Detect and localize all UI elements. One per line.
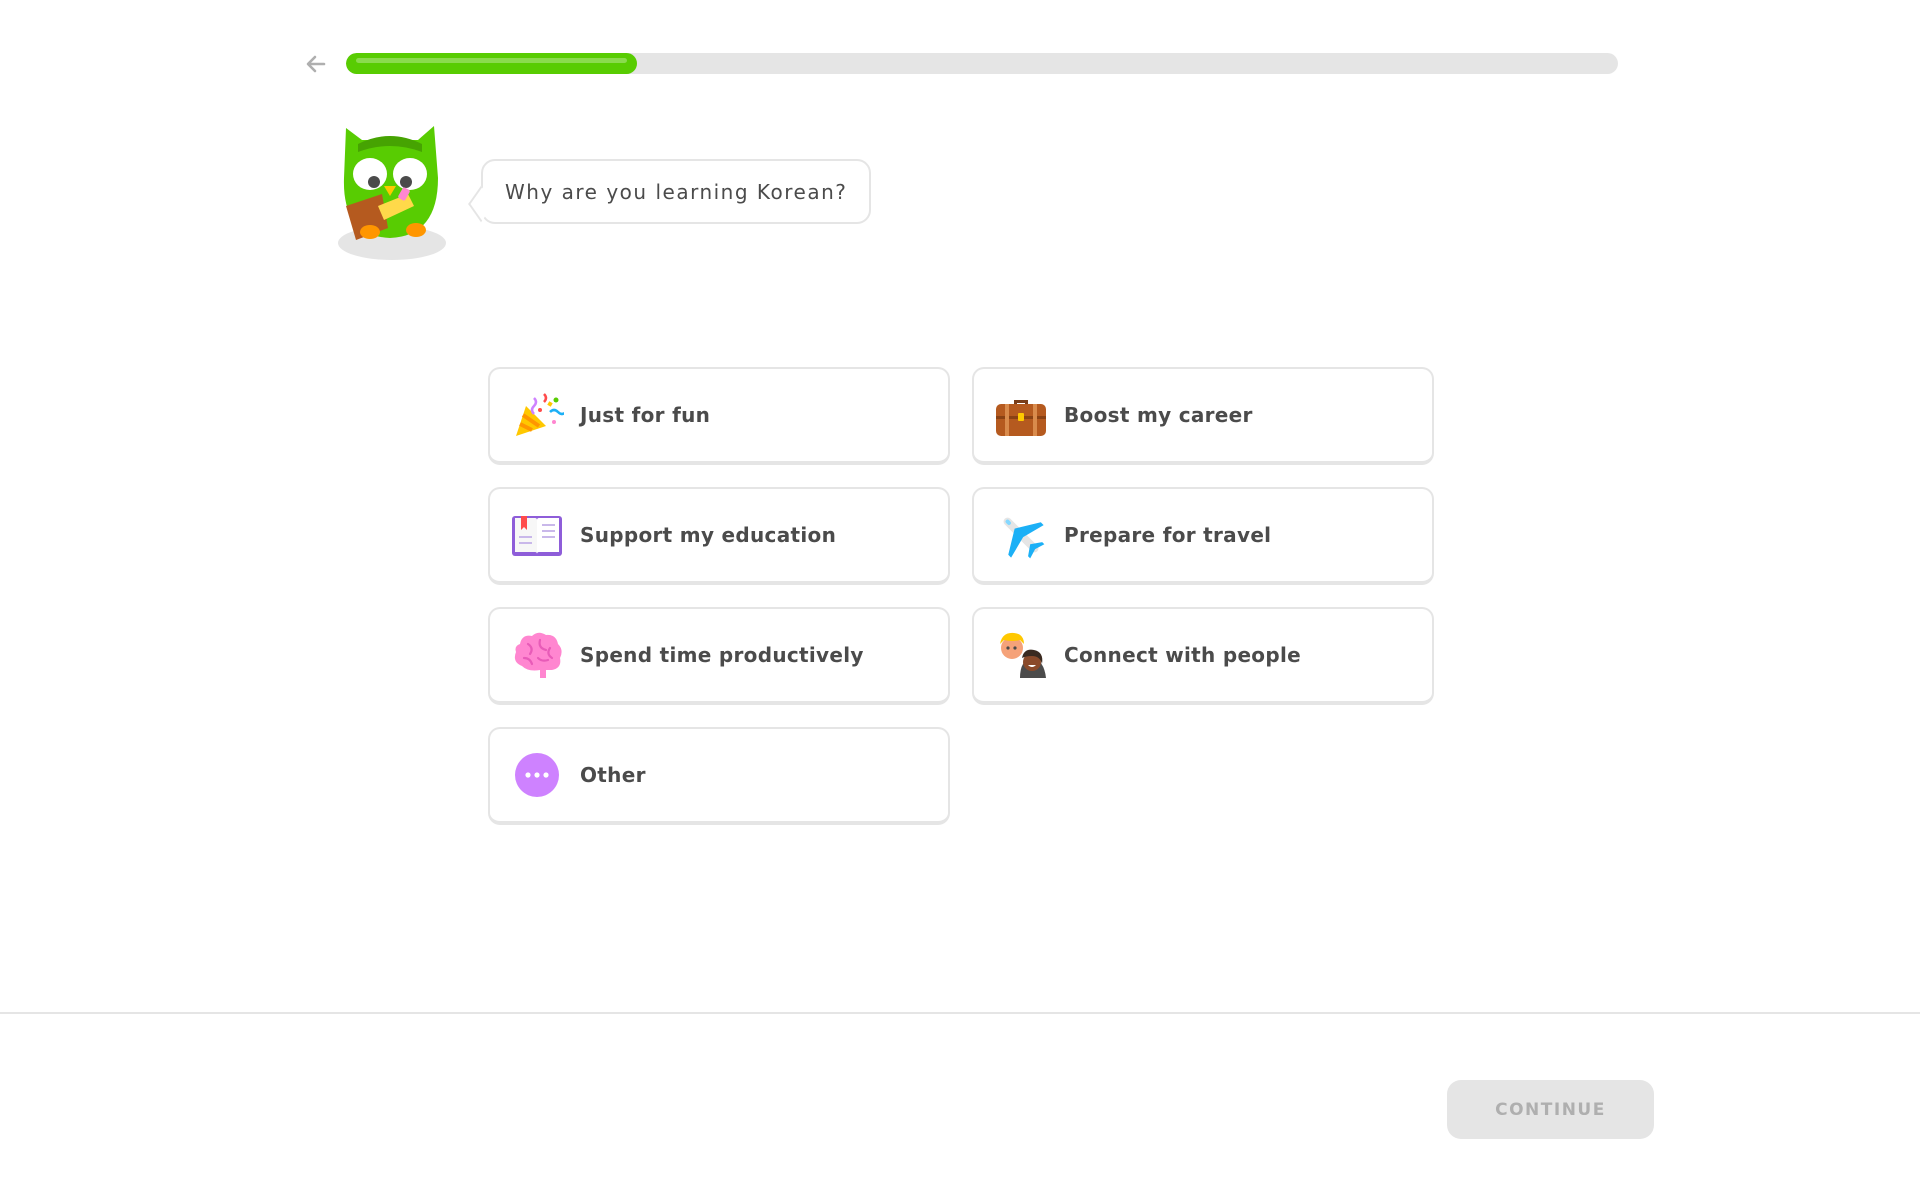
arrow-left-icon — [306, 55, 326, 73]
option-prepare-for-travel[interactable]: Prepare for travel — [972, 487, 1434, 585]
option-just-for-fun[interactable]: Just for fun — [488, 367, 950, 465]
onboarding-page: Why are you learning Korean? Just for fu… — [0, 0, 1920, 1200]
footer-divider — [0, 1012, 1920, 1014]
people-icon — [994, 628, 1048, 682]
continue-button[interactable]: CONTINUE — [1447, 1080, 1654, 1139]
question-bubble: Why are you learning Korean? — [481, 159, 872, 224]
progress-fill — [346, 53, 638, 74]
option-other[interactable]: Other — [488, 727, 950, 825]
progress-bar — [346, 53, 1618, 74]
book-icon — [510, 508, 564, 562]
option-spend-time-productively[interactable]: Spend time productively — [488, 607, 950, 705]
option-label: Prepare for travel — [1064, 523, 1272, 547]
option-boost-my-career[interactable]: Boost my career — [972, 367, 1434, 465]
option-label: Support my education — [580, 523, 837, 547]
brain-icon — [510, 628, 564, 682]
question-text: Why are you learning Korean? — [505, 179, 848, 204]
option-label: Just for fun — [580, 403, 711, 427]
briefcase-icon — [994, 388, 1048, 442]
party-popper-icon — [510, 388, 564, 442]
option-label: Boost my career — [1064, 403, 1253, 427]
back-button[interactable] — [296, 44, 336, 84]
option-connect-with-people[interactable]: Connect with people — [972, 607, 1434, 705]
option-support-my-education[interactable]: Support my education — [488, 487, 950, 585]
option-label: Other — [580, 763, 646, 787]
owl-mascot — [338, 126, 446, 260]
more-dots-icon — [510, 748, 564, 802]
option-label: Connect with people — [1064, 643, 1301, 667]
options-grid: Just for fun Boost my career Support my … — [488, 367, 1434, 825]
option-label: Spend time productively — [580, 643, 864, 667]
airplane-icon — [994, 508, 1048, 562]
